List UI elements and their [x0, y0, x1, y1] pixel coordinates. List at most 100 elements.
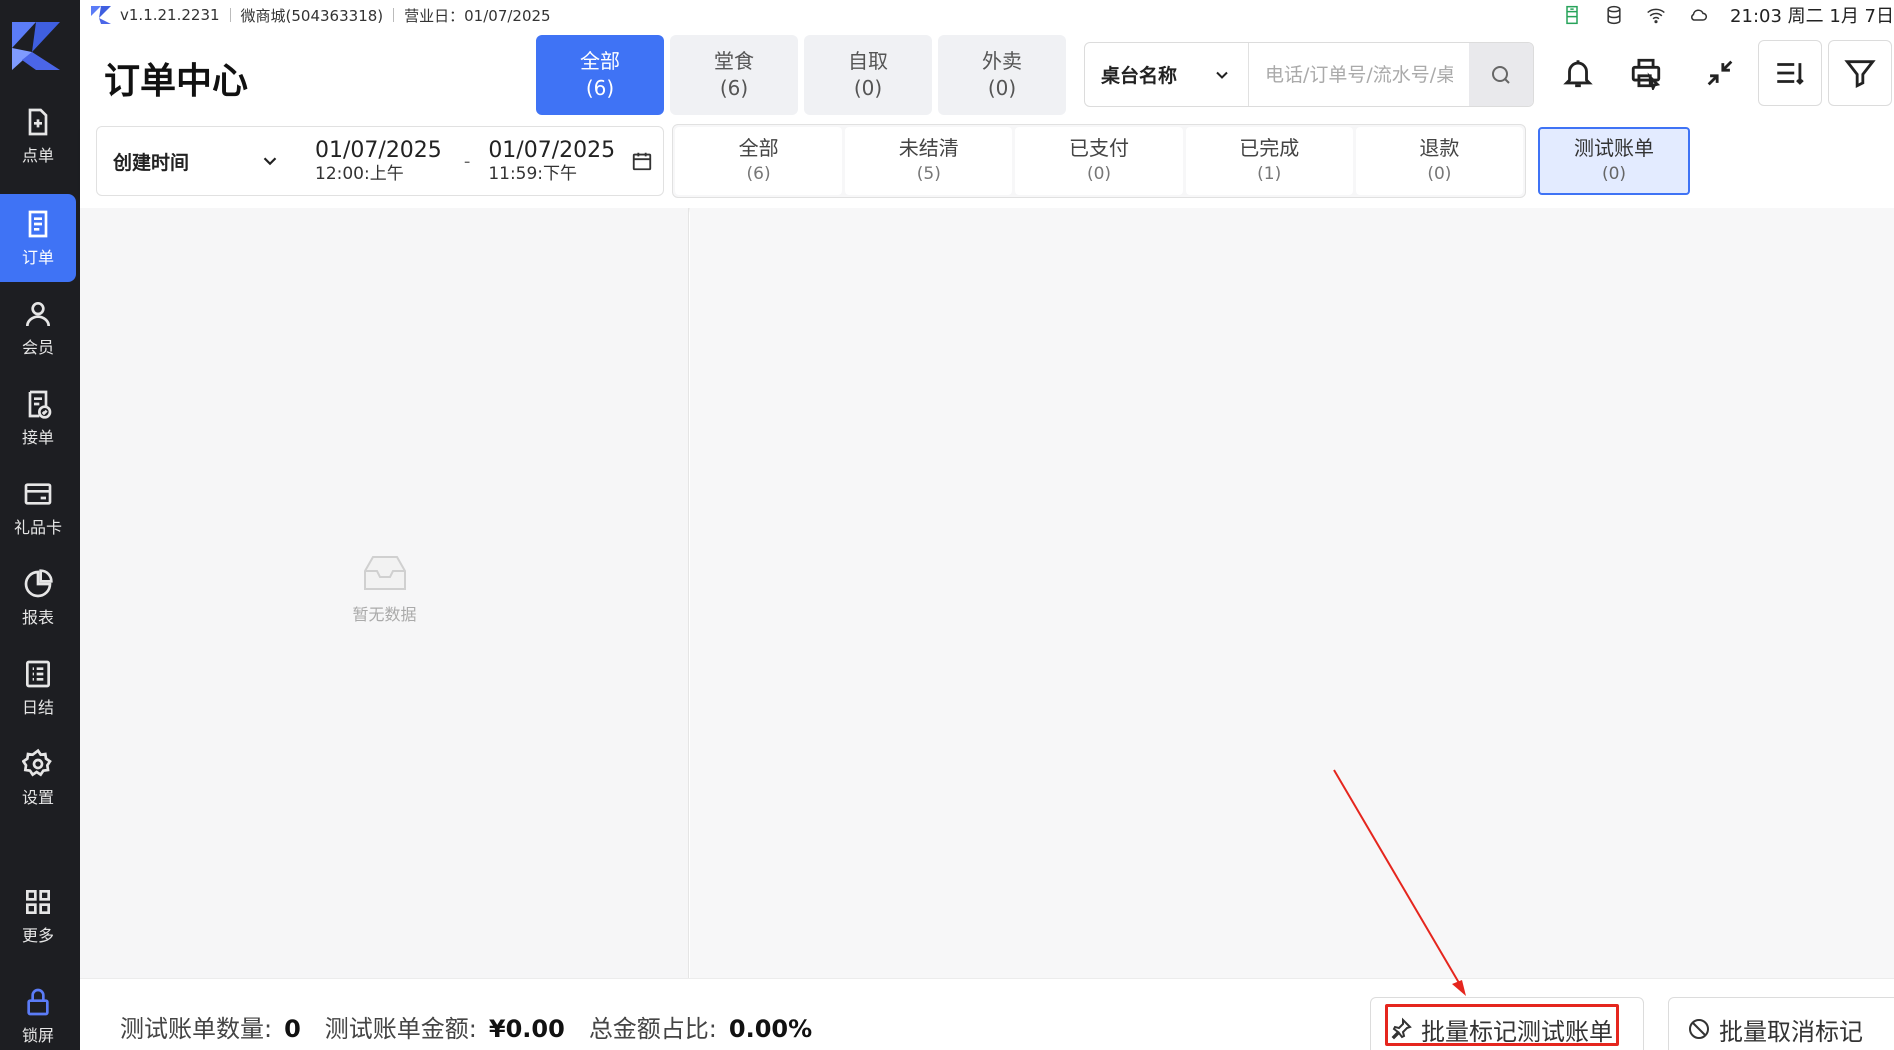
- clock: 21:03 周二 1月 7日: [1730, 6, 1894, 27]
- tab-count: (6): [719, 76, 749, 100]
- sidebar-item-label: 会员: [21, 338, 54, 357]
- ratio-label: 总金额占比:: [588, 1015, 717, 1043]
- bell-icon: [1563, 60, 1593, 88]
- date-separator: -: [463, 150, 471, 172]
- filter-row: 创建时间 01/07/2025 12:00:上午 - 01/07/2025 11…: [80, 124, 1894, 208]
- divider: [393, 8, 395, 22]
- sidebar-item-label: 锁屏: [21, 1026, 54, 1045]
- sidebar: 点单 订单 会员 接单 礼品卡 报表 日结 设置 更多 锁屏: [0, 0, 80, 1050]
- test-bill-stats: 测试账单数量: 0 测试账单金额: ¥0.00 总金额占比: 0.00%: [120, 1009, 836, 1044]
- date-type-label: 创建时间: [113, 151, 190, 174]
- sidebar-item-label: 点单: [21, 146, 54, 165]
- tab-type-pickup[interactable]: 自取 (0): [804, 35, 932, 115]
- tab-type-delivery[interactable]: 外卖 (0): [938, 35, 1066, 115]
- empty-text: 暂无数据: [352, 605, 417, 624]
- tab-count: (6): [585, 76, 615, 100]
- start-datetime[interactable]: 01/07/2025 12:00:上午: [315, 138, 442, 184]
- gear-icon: [22, 748, 52, 777]
- tab-label: 测试账单: [1574, 136, 1654, 160]
- chevron-down-icon: [1216, 71, 1228, 79]
- business-day: 营业日：01/07/2025: [404, 6, 551, 25]
- sidebar-item-label: 日结: [21, 698, 54, 717]
- test-amount-value: ¥0.00: [488, 1015, 565, 1043]
- sidebar-item-reports[interactable]: 报表: [0, 554, 76, 642]
- tab-count: (0): [1427, 164, 1452, 184]
- date-type-select[interactable]: 创建时间: [97, 127, 297, 195]
- calendar-icon[interactable]: [631, 150, 653, 172]
- batch-unmark-label: 批量取消标记: [1719, 1017, 1863, 1046]
- sidebar-item-members[interactable]: 会员: [0, 284, 76, 372]
- system-tray: 21:03 周二 1月 7日: [1562, 0, 1894, 30]
- sidebar-item-orders[interactable]: 订单: [0, 194, 76, 282]
- tab-status-paid[interactable]: 已支付 (0): [1015, 127, 1183, 195]
- tab-count: (1): [1257, 164, 1282, 184]
- batch-mark-label: 批量标记测试账单: [1421, 1017, 1613, 1046]
- tab-label: 全部: [580, 49, 620, 73]
- search-field-select[interactable]: 桌台名称: [1085, 43, 1249, 106]
- empty-inbox-icon: [363, 556, 406, 590]
- sidebar-item-add-order[interactable]: 点单: [0, 92, 76, 180]
- collapse-button[interactable]: [1688, 40, 1752, 106]
- app-mini-logo-icon: [91, 6, 111, 24]
- end-datetime[interactable]: 01/07/2025 11:59:下午: [488, 138, 615, 184]
- tab-label: 自取: [848, 49, 888, 73]
- tab-status-all[interactable]: 全部 (6): [675, 127, 843, 195]
- tab-label: 已完成: [1239, 136, 1300, 160]
- tab-count: (5): [916, 164, 941, 184]
- sidebar-item-label: 接单: [21, 428, 54, 447]
- add-order-icon: [28, 108, 48, 136]
- ban-icon: [1689, 1019, 1709, 1039]
- sidebar-item-daily-settle[interactable]: 日结: [0, 644, 76, 732]
- notification-button[interactable]: [1546, 40, 1610, 106]
- sidebar-item-accept-orders[interactable]: 接单: [0, 374, 76, 462]
- sidebar-item-settings[interactable]: 设置: [0, 734, 76, 822]
- search-field-label: 桌台名称: [1101, 65, 1178, 87]
- tab-count: (0): [1086, 164, 1112, 184]
- search-button[interactable]: [1469, 43, 1533, 106]
- tab-label: 未结清: [898, 136, 959, 160]
- pie-chart-icon: [24, 569, 53, 598]
- tab-count: (0): [987, 76, 1017, 100]
- sidebar-item-more[interactable]: 更多: [0, 872, 76, 960]
- tab-label: 全部: [738, 136, 779, 160]
- lock-icon: [27, 988, 49, 1016]
- sidebar-item-lock-screen[interactable]: 锁屏: [0, 972, 76, 1050]
- sidebar-item-label: 订单: [21, 248, 54, 267]
- start-time: 12:00:上午: [315, 164, 404, 184]
- search-input[interactable]: [1249, 43, 1469, 106]
- sort-icon: [1777, 63, 1804, 85]
- footer-bar: 测试账单数量: 0 测试账单金额: ¥0.00 总金额占比: 0.00% 批量标…: [80, 978, 1894, 1050]
- tab-test-bills[interactable]: 测试账单 (0): [1538, 127, 1690, 195]
- app-version: v1.1.21.2231: [120, 6, 220, 24]
- tab-count: (0): [853, 76, 883, 100]
- tab-type-all[interactable]: 全部 (6): [536, 35, 664, 115]
- batch-mark-test-button[interactable]: 批量标记测试账单: [1370, 997, 1644, 1050]
- status-bar: v1.1.21.2231 微商城(504363318) 营业日：01/07/20…: [80, 0, 1894, 30]
- batch-unmark-button[interactable]: 批量取消标记: [1668, 997, 1894, 1050]
- daily-settle-icon: [26, 660, 50, 688]
- sidebar-item-label: 报表: [21, 608, 54, 627]
- sidebar-item-gift-card[interactable]: 礼品卡: [0, 464, 76, 552]
- tab-status-completed[interactable]: 已完成 (1): [1185, 127, 1353, 195]
- print-button[interactable]: [1614, 40, 1678, 106]
- tab-type-dine-in[interactable]: 堂食 (6): [670, 35, 798, 115]
- tab-status-refund[interactable]: 退款 (0): [1355, 127, 1524, 195]
- terminal-icon: [1566, 5, 1578, 25]
- gift-card-icon: [24, 483, 52, 505]
- tab-status-unsettled[interactable]: 未结清 (5): [845, 127, 1013, 195]
- test-amount-label: 测试账单金额:: [324, 1015, 477, 1043]
- filter-button[interactable]: [1828, 40, 1892, 106]
- sidebar-item-label: 更多: [21, 926, 54, 945]
- filter-icon: [1844, 60, 1876, 89]
- search-box: 桌台名称: [1084, 42, 1534, 107]
- wifi-icon: [1647, 8, 1665, 24]
- start-date: 01/07/2025: [315, 138, 442, 163]
- date-range-filter: 创建时间 01/07/2025 12:00:上午 - 01/07/2025 11…: [96, 126, 664, 196]
- database-icon: [1607, 5, 1621, 25]
- accept-order-icon: [28, 390, 52, 419]
- sort-button[interactable]: [1758, 40, 1822, 106]
- tab-label: 退款: [1419, 136, 1460, 160]
- test-count-value: 0: [284, 1015, 301, 1043]
- sidebar-item-label: 礼品卡: [13, 518, 62, 537]
- tab-label: 堂食: [714, 49, 754, 73]
